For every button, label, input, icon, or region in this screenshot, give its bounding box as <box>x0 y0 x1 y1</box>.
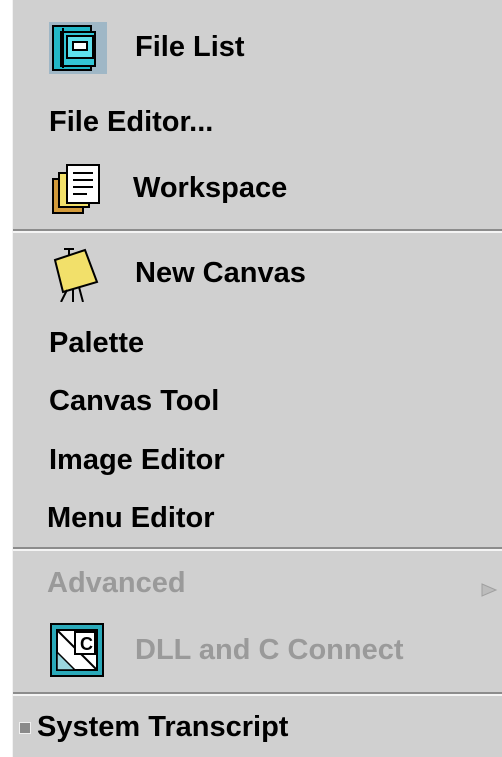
menu-item-label: Canvas Tool <box>49 384 220 417</box>
menu-item-system-transcript[interactable]: System Transcript <box>13 706 502 748</box>
menu-item-label: File List <box>135 30 245 63</box>
workspace-icon <box>51 163 107 223</box>
file-list-icon <box>49 22 107 82</box>
popup-menu: File List File Editor... Workspace New C… <box>12 0 502 757</box>
menu-item-label: DLL and C Connect <box>135 633 404 666</box>
menu-item-workspace[interactable]: Workspace <box>13 159 502 217</box>
svg-text:C: C <box>80 634 93 654</box>
menu-item-label: File Editor... <box>49 105 214 138</box>
menu-separator <box>13 692 502 696</box>
submenu-arrow-icon <box>480 574 498 607</box>
menu-item-file-editor[interactable]: File Editor... <box>13 102 502 142</box>
menu-separator <box>13 547 502 551</box>
menu-item-label: Palette <box>49 326 145 359</box>
menu-item-advanced[interactable]: Advanced <box>13 562 502 604</box>
menu-item-menu-editor[interactable]: Menu Editor <box>13 497 502 539</box>
menu-item-canvas-tool[interactable]: Canvas Tool <box>13 380 502 422</box>
menu-item-label: Image Editor <box>49 443 225 476</box>
menu-item-label: Advanced <box>47 566 186 599</box>
dll-c-connect-icon: C <box>49 622 105 686</box>
new-canvas-icon <box>49 246 105 310</box>
menu-item-label: Menu Editor <box>47 501 215 534</box>
menu-separator <box>13 229 502 233</box>
menu-item-file-list[interactable]: File List <box>13 20 502 74</box>
menu-item-palette[interactable]: Palette <box>13 322 502 364</box>
menu-item-label: System Transcript <box>37 710 289 743</box>
menu-item-label: Workspace <box>133 171 288 204</box>
menu-item-new-canvas[interactable]: New Canvas <box>13 244 502 303</box>
menu-item-dll-and-c-connect[interactable]: C DLL and C Connect <box>13 620 502 680</box>
checkbox-indicator-icon <box>19 722 31 734</box>
menu-item-label: New Canvas <box>135 256 306 289</box>
menu-item-image-editor[interactable]: Image Editor <box>13 439 502 481</box>
